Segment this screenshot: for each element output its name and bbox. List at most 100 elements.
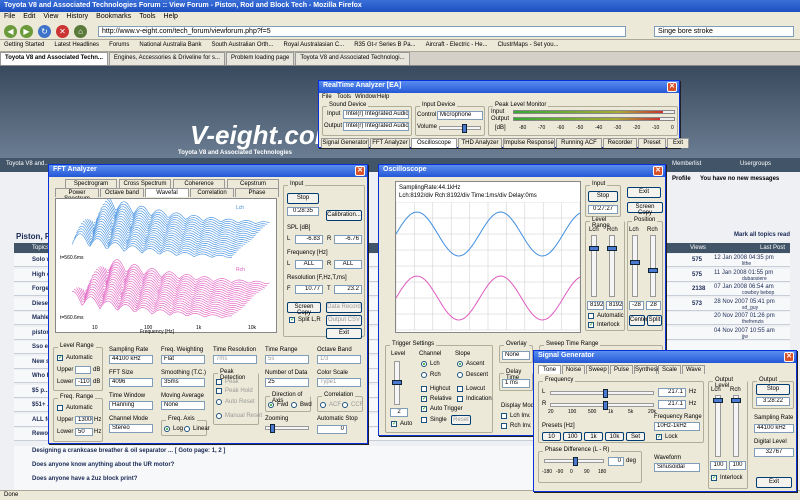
- rch-inv-checkbox[interactable]: [501, 423, 507, 429]
- bookmark-item[interactable]: Latest Headlines: [54, 42, 99, 48]
- realtime-tab[interactable]: THD Analyzer: [458, 138, 502, 148]
- forum-nav-link[interactable]: Toyota V8 and...: [6, 161, 49, 167]
- slider-thumb[interactable]: [731, 398, 741, 403]
- auto-trigger-checkbox[interactable]: ✓: [421, 406, 427, 412]
- manual-reset-radio[interactable]: [216, 413, 222, 419]
- time-res-select[interactable]: 7ms: [213, 355, 257, 364]
- forward-button[interactable]: ▶: [20, 25, 33, 38]
- lowcut-checkbox[interactable]: [457, 386, 463, 392]
- url-input[interactable]: http://www.v-eight.com/tech_forum/viewfo…: [98, 26, 626, 37]
- bookmark-item[interactable]: National Australia Bank: [139, 42, 201, 48]
- trigger-level-slider[interactable]: [392, 361, 402, 405]
- menu-tools[interactable]: Tools: [139, 13, 155, 20]
- freq-range-select[interactable]: 10Hz-1kHz: [654, 422, 700, 431]
- level-auto-checkbox[interactable]: ✓: [57, 355, 63, 361]
- back-button[interactable]: ◀: [4, 25, 17, 38]
- realtime-tab[interactable]: Oscilloscope: [411, 138, 457, 148]
- acf-radio[interactable]: [320, 402, 326, 408]
- stop-button[interactable]: ✕: [56, 25, 69, 38]
- log-radio[interactable]: [164, 426, 170, 432]
- browser-tab[interactable]: Toyota V8 and Associated Techn...: [0, 52, 108, 65]
- topic-title[interactable]: Does anyone know anything about the UR m…: [32, 462, 174, 468]
- phase-slider[interactable]: [544, 457, 604, 466]
- reload-button[interactable]: ↻: [38, 25, 51, 38]
- topic-author[interactable]: cowboy bebop: [742, 290, 774, 296]
- memberlist-link[interactable]: Memberlist: [672, 161, 701, 167]
- siggen-tab[interactable]: Synthesis: [634, 365, 661, 374]
- fft-exit-button[interactable]: Exit: [326, 328, 362, 339]
- bookmark-item[interactable]: ClustrMaps - Set you...: [498, 42, 559, 48]
- menu-bookmarks[interactable]: Bookmarks: [96, 13, 131, 20]
- slider-thumb[interactable]: [270, 424, 275, 433]
- slider-thumb[interactable]: [713, 398, 723, 403]
- fwd-radio[interactable]: [268, 402, 274, 408]
- realtime-tab[interactable]: FFT Analyzer: [370, 138, 410, 148]
- zoom-slider[interactable]: [265, 424, 309, 433]
- split-lr-checkbox[interactable]: ✓: [289, 317, 295, 323]
- realtime-tab[interactable]: Signal Generator: [321, 138, 369, 148]
- output-device-select[interactable]: Intel(r) Integrated Audio: [343, 122, 409, 131]
- volume-slider[interactable]: [439, 124, 481, 133]
- siggen-tab[interactable]: Pulse: [610, 365, 633, 374]
- fft-tab[interactable]: Spectrogram: [65, 179, 117, 188]
- close-icon[interactable]: ✕: [667, 82, 677, 92]
- ascent-radio[interactable]: [457, 361, 463, 367]
- siggen-tab[interactable]: Sweep: [586, 365, 609, 374]
- topic-author[interactable]: jjw: [742, 334, 748, 340]
- topic-title[interactable]: $5 p...: [32, 388, 49, 394]
- realtime-tab[interactable]: Preset: [638, 138, 666, 148]
- fft-size-select[interactable]: 4096: [109, 378, 153, 387]
- bookmark-item[interactable]: Aircraft - Electric - He...: [426, 42, 488, 48]
- peak-checkbox[interactable]: [216, 379, 222, 385]
- topic-title[interactable]: Designing a crankcase breather & oil sep…: [32, 448, 225, 454]
- bookmark-item[interactable]: South Australian Orth...: [211, 42, 273, 48]
- trigger-reset-button[interactable]: Reset: [451, 415, 471, 425]
- freq-auto-checkbox[interactable]: [57, 405, 63, 411]
- realtime-tab[interactable]: Recorder: [603, 138, 637, 148]
- bwd-radio[interactable]: [291, 402, 297, 408]
- messages-link[interactable]: You have no new messages: [700, 176, 779, 182]
- topic-author[interactable]: thefrenzis: [742, 319, 764, 325]
- slider-thumb[interactable]: [648, 268, 658, 273]
- preset-button[interactable]: 10: [542, 432, 561, 441]
- topic-author[interactable]: lithe: [742, 261, 751, 267]
- browser-tab[interactable]: Engines, Accessories & Driveline for s..…: [108, 52, 225, 65]
- osc-screen-copy-button[interactable]: Screen Copy: [627, 202, 663, 216]
- realtime-tab[interactable]: Impulse Response: [503, 138, 555, 148]
- preset-button[interactable]: Set: [626, 432, 645, 441]
- relative-checkbox[interactable]: ✓: [421, 396, 427, 402]
- freq-r-slider[interactable]: [550, 401, 654, 410]
- slider-thumb[interactable]: [603, 389, 608, 398]
- fft-tab[interactable]: Power Spectrum: [55, 188, 99, 202]
- fft-stop-button[interactable]: Stop: [287, 193, 319, 204]
- menu-help[interactable]: Help: [164, 13, 178, 20]
- bookmark-item[interactable]: Forums: [109, 42, 129, 48]
- indication-checkbox[interactable]: [457, 396, 463, 402]
- close-icon[interactable]: ✕: [653, 166, 663, 176]
- freq-lower-input[interactable]: 50: [75, 428, 93, 436]
- lch-position-slider[interactable]: [630, 235, 640, 297]
- freq-l-slider[interactable]: [550, 389, 654, 398]
- realtime-menu-tools[interactable]: Tools: [337, 94, 351, 100]
- search-input[interactable]: Singe bore stroke: [654, 26, 794, 37]
- realtime-menu-file[interactable]: File: [322, 94, 332, 100]
- input-device-select[interactable]: Intel(r) Integrated Audio: [343, 110, 409, 119]
- freq-r-input[interactable]: 217.1: [658, 400, 686, 409]
- color-scale-select[interactable]: Type1: [317, 378, 361, 387]
- siggen-tab[interactable]: Tone: [538, 365, 561, 374]
- data-record-button[interactable]: Data Record: [326, 302, 362, 313]
- control-select[interactable]: Microphone: [437, 111, 483, 120]
- fft-tab[interactable]: Octave band: [100, 188, 144, 197]
- split-button[interactable]: Split: [647, 315, 662, 326]
- highcut-checkbox[interactable]: [421, 386, 427, 392]
- level-upper-input[interactable]: [75, 366, 91, 374]
- osc-auto-checkbox[interactable]: [588, 313, 594, 319]
- realtime-menu-help[interactable]: Help: [377, 94, 389, 100]
- bookmark-item[interactable]: Getting Started: [4, 42, 44, 48]
- rch-level-slider[interactable]: [607, 235, 617, 297]
- slider-thumb[interactable]: [589, 246, 599, 251]
- topic-title[interactable]: Does anyone have a 2uz block print?: [32, 476, 137, 482]
- browser-tab[interactable]: Toyota V8 and Associated Technologi...: [295, 52, 410, 65]
- overlay-select[interactable]: None: [502, 351, 530, 360]
- auto-stop-input[interactable]: 0: [317, 425, 347, 434]
